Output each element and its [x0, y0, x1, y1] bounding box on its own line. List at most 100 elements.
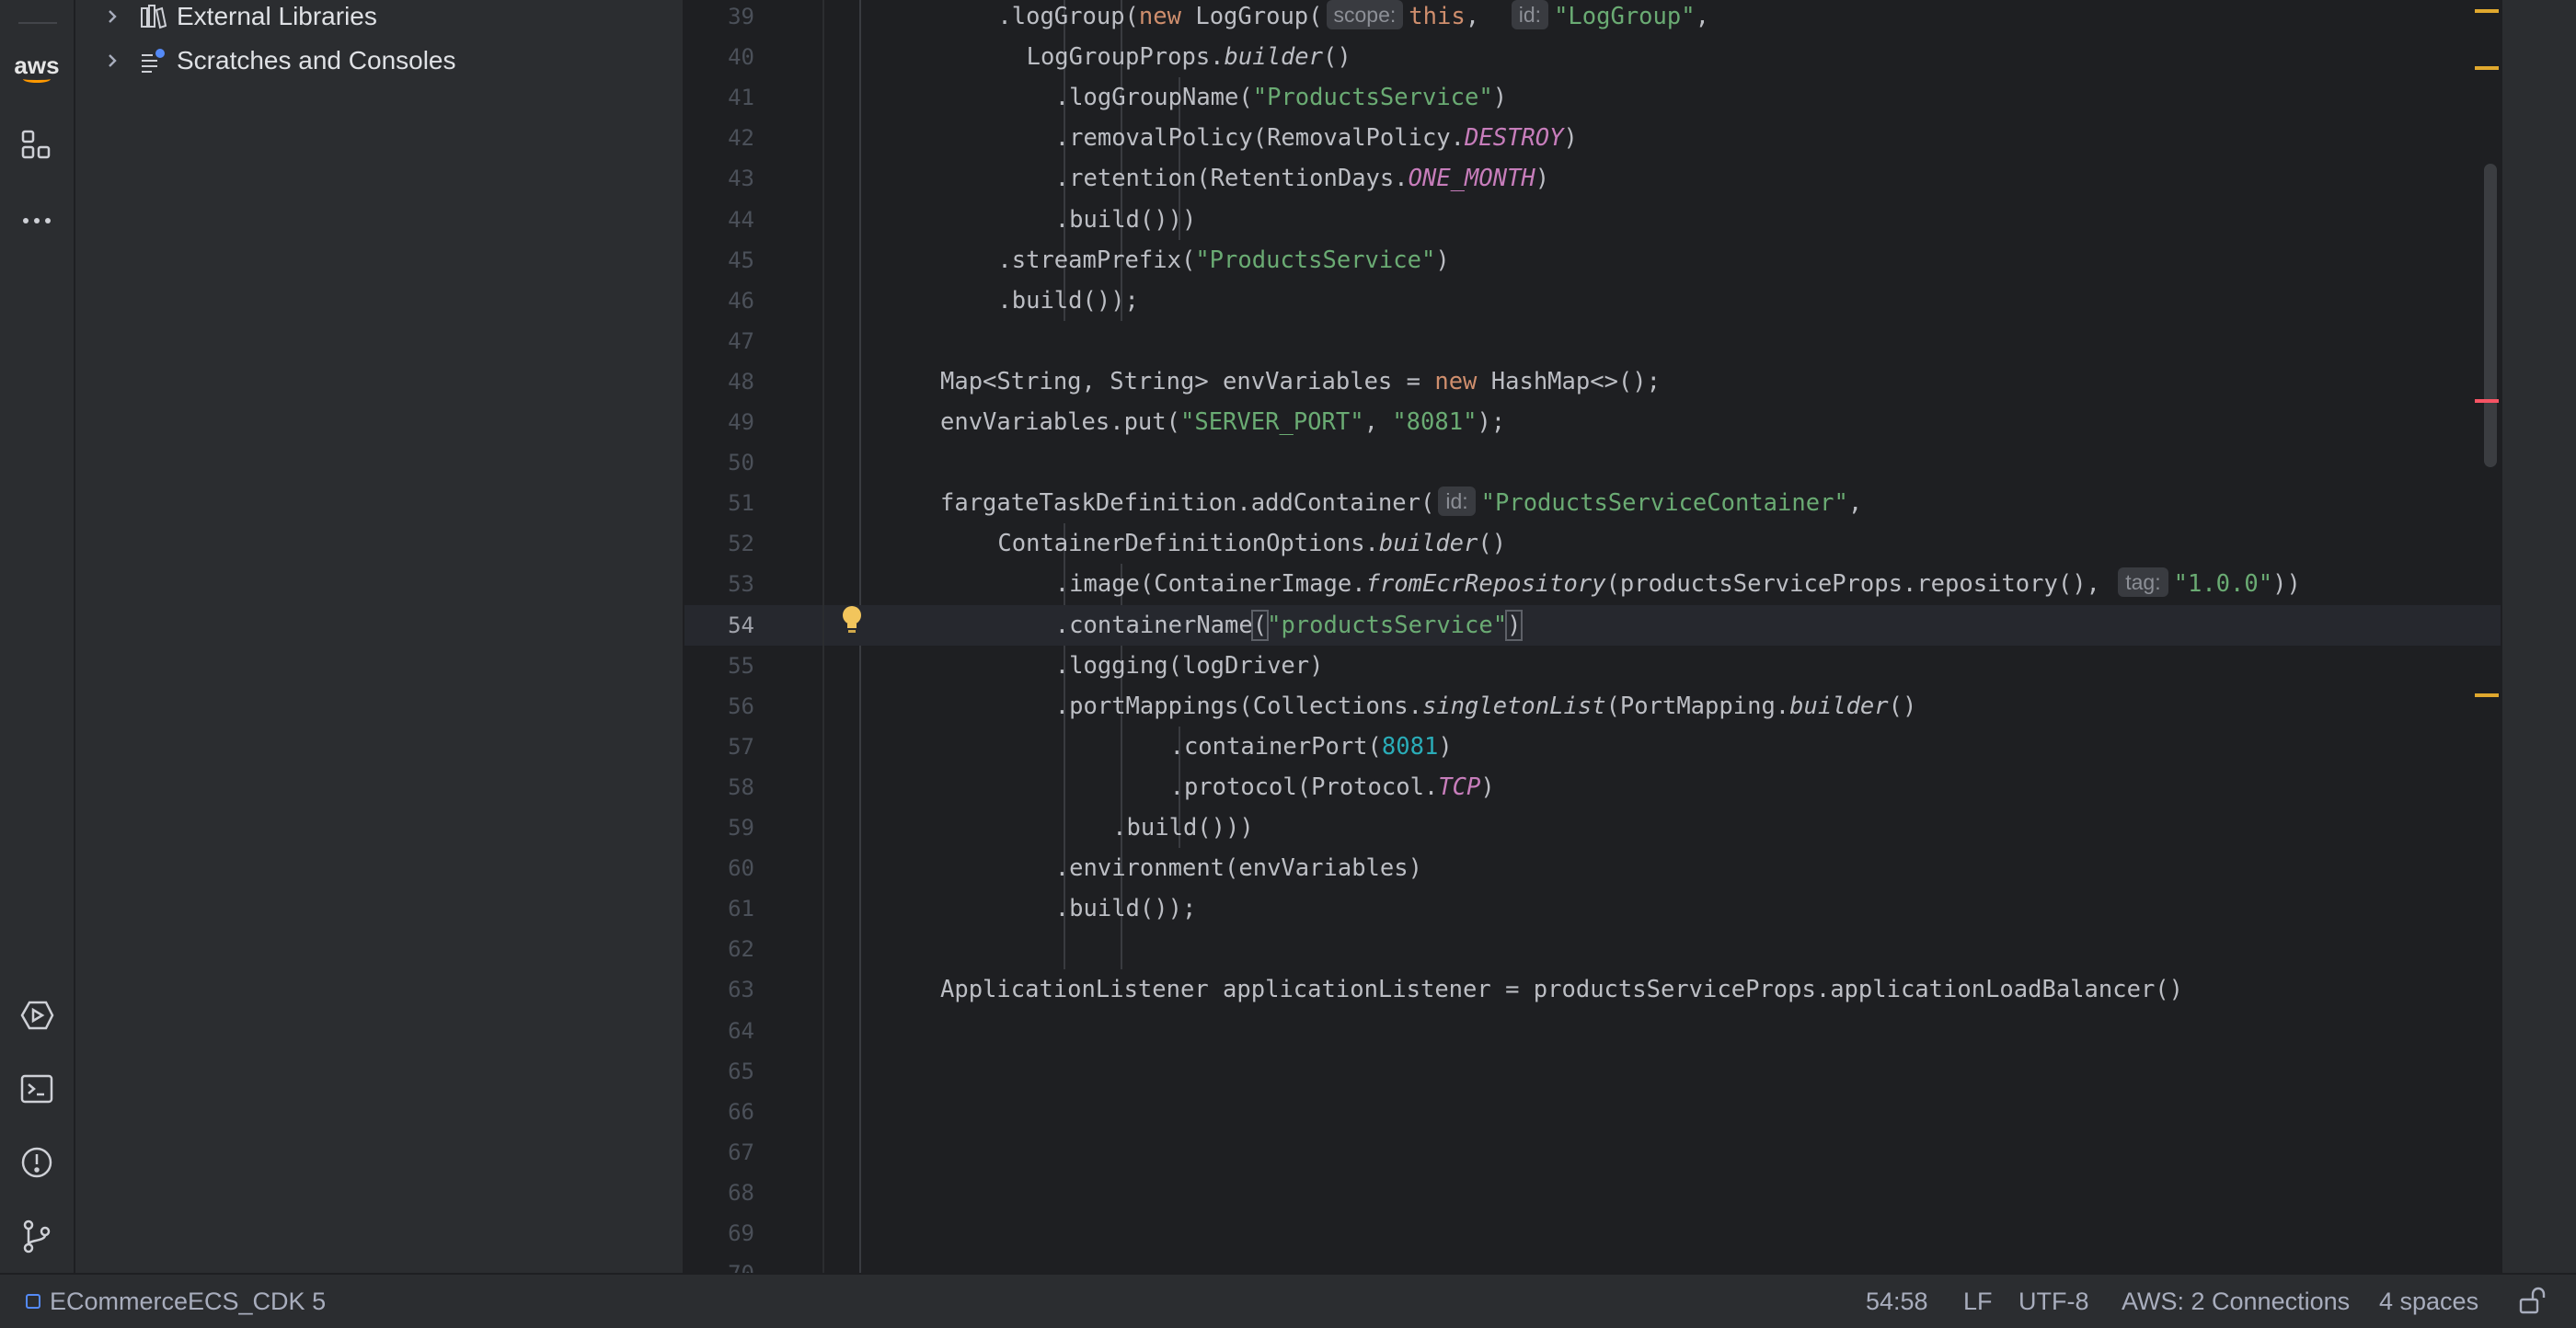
aws-toolkit-icon[interactable]: aws — [14, 46, 60, 90]
line-number[interactable]: 60 — [684, 848, 754, 888]
line-number[interactable]: 47 — [684, 321, 754, 361]
code-text[interactable]: .build())) — [1112, 807, 1254, 848]
line-number[interactable]: 66 — [684, 1092, 754, 1132]
code-line[interactable]: 57 .containerPort(8081) — [684, 727, 2501, 767]
code-line[interactable]: 40 LogGroupProps.builder() — [684, 37, 2501, 77]
code-line[interactable]: 63 ApplicationListener applicationListene… — [684, 969, 2501, 1010]
code-line[interactable]: 39 .logGroup(new LogGroup(scope: this, id:… — [684, 0, 2501, 37]
code-line[interactable]: 43 .retention(RetentionDays.ONE_MONTH) — [684, 158, 2501, 199]
editor-scrollbar-thumb[interactable] — [2484, 164, 2497, 467]
line-number[interactable]: 56 — [684, 686, 754, 727]
code-line[interactable]: 46 .build()); — [684, 280, 2501, 321]
code-text[interactable]: .logGroupName("ProductsService") — [1055, 77, 1507, 118]
code-text[interactable]: .build()); — [1055, 888, 1197, 929]
caret-position[interactable]: 54:58 — [1866, 1275, 1928, 1328]
code-line[interactable]: 42 .removalPolicy(RemovalPolicy.DESTROY) — [684, 118, 2501, 158]
line-number[interactable]: 57 — [684, 727, 754, 767]
line-number[interactable]: 58 — [684, 767, 754, 807]
line-number[interactable]: 45 — [684, 240, 754, 280]
warning-marker[interactable] — [2475, 9, 2499, 13]
line-number[interactable]: 65 — [684, 1051, 754, 1092]
line-number[interactable]: 61 — [684, 888, 754, 929]
code-text[interactable]: .containerPort(8081) — [1170, 727, 1453, 767]
code-line[interactable]: 53 .image(ContainerImage.fromEcrRepositor… — [684, 564, 2501, 604]
code-text[interactable]: .protocol(Protocol.TCP) — [1170, 767, 1495, 807]
code-text[interactable]: fargateTaskDefinition.addContainer(id: "P… — [940, 483, 1862, 523]
code-line[interactable]: 61 .build()); — [684, 888, 2501, 929]
code-line[interactable]: 60 .environment(envVariables) — [684, 848, 2501, 888]
line-number[interactable]: 52 — [684, 523, 754, 564]
indent-setting[interactable]: 4 spaces — [2379, 1275, 2478, 1328]
code-text[interactable]: .logging(logDriver) — [1055, 646, 1324, 686]
line-number[interactable]: 39 — [684, 0, 754, 37]
git-icon[interactable] — [15, 1214, 59, 1258]
line-number[interactable]: 49 — [684, 402, 754, 442]
code-text[interactable]: .streamPrefix("ProductsService") — [997, 240, 1449, 280]
code-text[interactable]: LogGroupProps.builder() — [1027, 37, 1351, 77]
lightbulb-icon[interactable] — [839, 603, 865, 636]
code-line[interactable]: 54 .containerName("productsService") — [684, 605, 2501, 646]
code-line[interactable]: 50 — [684, 442, 2501, 483]
line-number[interactable]: 59 — [684, 807, 754, 848]
tree-item-scratches-and-consoles[interactable]: Scratches and Consoles — [75, 40, 456, 81]
code-line[interactable]: 49 envVariables.put("SERVER_PORT", "8081"… — [684, 402, 2501, 442]
line-number[interactable]: 70 — [684, 1254, 754, 1273]
code-editor[interactable]: 39 .logGroup(new LogGroup(scope: this, id:… — [684, 0, 2501, 1273]
line-number[interactable]: 51 — [684, 483, 754, 523]
code-line[interactable]: 62 — [684, 929, 2501, 969]
line-number[interactable]: 62 — [684, 929, 754, 969]
line-number[interactable]: 43 — [684, 158, 754, 199]
line-number[interactable]: 67 — [684, 1132, 754, 1173]
chevron-right-icon[interactable] — [96, 52, 129, 70]
line-number[interactable]: 54 — [684, 605, 754, 646]
chevron-right-icon[interactable] — [96, 7, 129, 26]
line-number[interactable]: 44 — [684, 200, 754, 240]
code-line[interactable]: 58 .protocol(Protocol.TCP) — [684, 767, 2501, 807]
project-breadcrumb[interactable]: ECommerceECS_CDK 5 — [26, 1275, 326, 1328]
structure-icon[interactable] — [15, 123, 59, 167]
code-line[interactable]: 67 — [684, 1132, 2501, 1173]
line-number[interactable]: 63 — [684, 969, 754, 1010]
code-text[interactable]: ContainerDefinitionOptions.builder() — [997, 523, 1506, 564]
line-number[interactable]: 55 — [684, 646, 754, 686]
file-encoding[interactable]: UTF-8 — [2018, 1275, 2089, 1328]
warning-marker[interactable] — [2475, 66, 2499, 70]
more-tool-windows-icon[interactable] — [15, 197, 59, 241]
code-line[interactable]: 56 .portMappings(Collections.singletonLis… — [684, 686, 2501, 727]
line-number[interactable]: 41 — [684, 77, 754, 118]
code-line[interactable]: 64 — [684, 1011, 2501, 1051]
code-text[interactable]: .containerName("productsService") — [1055, 605, 1524, 646]
line-number[interactable]: 69 — [684, 1213, 754, 1254]
code-line[interactable]: 70 — [684, 1254, 2501, 1273]
code-text[interactable]: .removalPolicy(RemovalPolicy.DESTROY) — [1055, 118, 1578, 158]
code-text[interactable]: .logGroup(new LogGroup(scope: this, id: "L… — [997, 0, 1709, 37]
code-line[interactable]: 52 ContainerDefinitionOptions.builder() — [684, 523, 2501, 564]
problems-icon[interactable] — [15, 1140, 59, 1185]
code-text[interactable]: .environment(envVariables) — [1055, 848, 1422, 888]
code-line[interactable]: 69 — [684, 1213, 2501, 1254]
services-icon[interactable] — [15, 993, 59, 1037]
code-line[interactable]: 68 — [684, 1173, 2501, 1213]
line-number[interactable]: 50 — [684, 442, 754, 483]
code-text[interactable]: Map<String, String> envVariables = new H… — [940, 361, 1661, 402]
line-number[interactable]: 46 — [684, 280, 754, 321]
warning-marker[interactable] — [2475, 693, 2499, 697]
error-marker[interactable] — [2475, 399, 2499, 403]
aws-connections[interactable]: AWS: 2 Connections — [2122, 1275, 2350, 1328]
code-line[interactable]: 55 .logging(logDriver) — [684, 646, 2501, 686]
code-line[interactable]: 44 .build())) — [684, 200, 2501, 240]
line-number[interactable]: 42 — [684, 118, 754, 158]
line-number[interactable]: 53 — [684, 564, 754, 604]
code-line[interactable]: 51 fargateTaskDefinition.addContainer(id:… — [684, 483, 2501, 523]
code-line[interactable]: 45 .streamPrefix("ProductsService") — [684, 240, 2501, 280]
code-text[interactable]: .image(ContainerImage.fromEcrRepository(… — [1055, 564, 2301, 604]
line-number[interactable]: 64 — [684, 1011, 754, 1051]
code-line[interactable]: 59 .build())) — [684, 807, 2501, 848]
line-number[interactable]: 48 — [684, 361, 754, 402]
code-text[interactable]: .build()); — [997, 280, 1139, 321]
code-line[interactable]: 65 — [684, 1051, 2501, 1092]
code-text[interactable]: envVariables.put("SERVER_PORT", "8081"); — [940, 402, 1505, 442]
code-text[interactable]: .portMappings(Collections.singletonList(… — [1055, 686, 1917, 727]
code-line[interactable]: 48 Map<String, String> envVariables = new… — [684, 361, 2501, 402]
terminal-icon[interactable] — [15, 1067, 59, 1111]
